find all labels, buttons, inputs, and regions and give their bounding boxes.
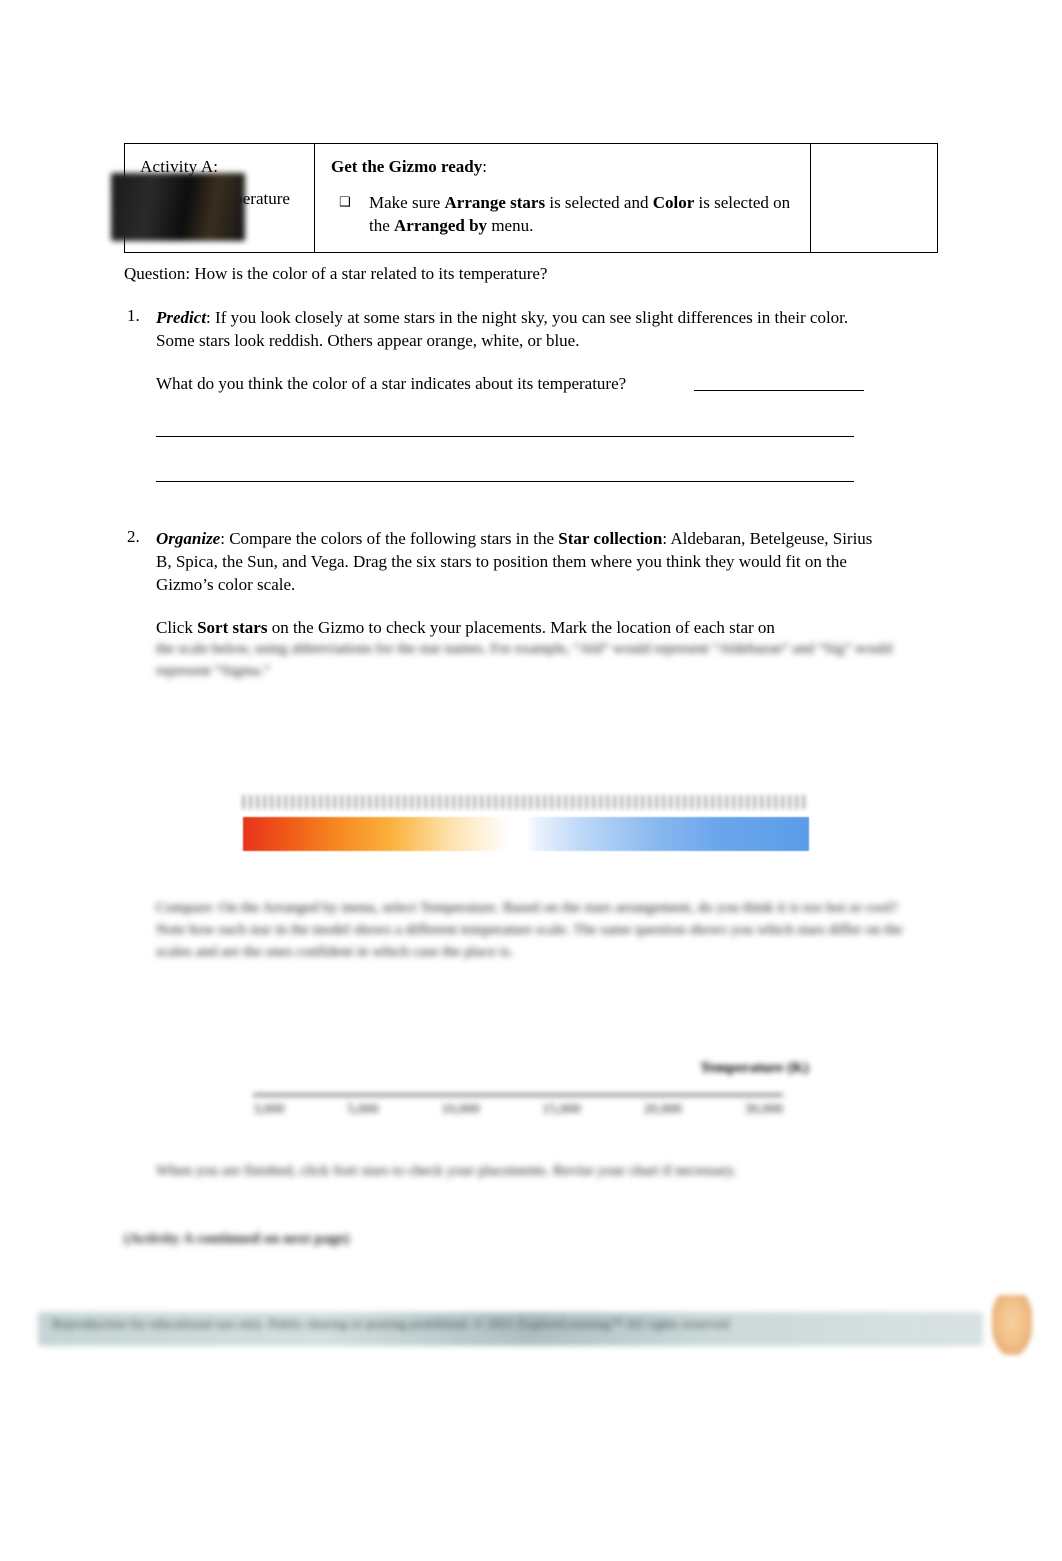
temperature-axis-line bbox=[253, 1094, 783, 1096]
bullet-bold-arranged-by: Arranged by bbox=[394, 216, 488, 235]
item-1-text: Predict: If you look closely at some sta… bbox=[156, 306, 856, 352]
item-2-label-suffix: : bbox=[220, 529, 225, 548]
redacted-activity-continued: (Activity A continued on next page) bbox=[124, 1231, 350, 1247]
color-scale-graphic bbox=[243, 795, 809, 851]
temp-tick-2: 10,000 bbox=[441, 1102, 480, 1117]
bullet-bold-color: Color bbox=[652, 193, 695, 212]
answer-rule-1 bbox=[694, 390, 864, 391]
temp-tick-1: 5,000 bbox=[347, 1102, 379, 1117]
item-2-bold-star-collection: Star collection bbox=[558, 529, 663, 548]
item-1-followup: What do you think the color of a star in… bbox=[156, 374, 627, 393]
item-1-body: If you look closely at some stars in the… bbox=[156, 308, 849, 350]
temperature-axis-ticks: 3,000 5,000 10,000 15,000 20,000 30,000 bbox=[253, 1102, 783, 1118]
bullet-tail: menu. bbox=[491, 216, 534, 235]
color-scale-gap bbox=[515, 817, 525, 851]
gizmo-ready-heading: Get the Gizmo ready: bbox=[331, 157, 487, 177]
header-cell-empty bbox=[811, 144, 937, 252]
header-cell-activity: Activity A: Color and temperature bbox=[111, 144, 315, 252]
item-1-label: Predict bbox=[156, 308, 207, 327]
temp-tick-3: 15,000 bbox=[542, 1102, 581, 1117]
gizmo-ready-label: Get the Gizmo ready bbox=[331, 157, 483, 176]
question-line: Question: How is the color of a star rel… bbox=[124, 264, 548, 283]
answer-rule-3 bbox=[156, 481, 854, 482]
checkbox-icon: ❑ bbox=[339, 195, 351, 210]
item-2-bold-sort-stars: Sort stars bbox=[197, 618, 268, 637]
answer-rule-2 bbox=[156, 436, 854, 437]
bullet-mid1: is selected and bbox=[549, 193, 649, 212]
gizmo-ready-bullet: ❑ Make sure Arrange stars is selected an… bbox=[339, 191, 799, 237]
item-2-text: Organize: Compare the colors of the foll… bbox=[156, 527, 878, 596]
item-2-body-part1: Compare the colors of the following star… bbox=[229, 529, 555, 548]
redaction-overlay-header bbox=[111, 173, 245, 241]
gizmo-ready-colon: : bbox=[482, 157, 487, 176]
redacted-closing-line: When you are finished, click Sort stars … bbox=[156, 1163, 737, 1179]
temp-tick-0: 3,000 bbox=[253, 1102, 285, 1117]
color-scale-gradient-bar bbox=[243, 817, 809, 851]
footer-badge-icon bbox=[992, 1295, 1032, 1355]
bullet-lead: Make sure bbox=[369, 193, 441, 212]
item-2-followup: Click Sort stars on the Gizmo to check y… bbox=[156, 616, 876, 639]
item-1-label-suffix: : bbox=[206, 308, 211, 327]
gizmo-ready-bullet-text: Make sure Arrange stars is selected and … bbox=[369, 191, 799, 237]
item-1-number: 1. bbox=[127, 306, 140, 325]
footer-text: Reproduction for educational use only. P… bbox=[52, 1316, 729, 1331]
activity-header-table: Activity A: Color and temperature Get th… bbox=[111, 143, 938, 253]
item-2-label: Organize bbox=[156, 529, 221, 548]
temp-tick-5: 30,000 bbox=[744, 1102, 783, 1117]
color-scale-tickmarks bbox=[243, 795, 809, 809]
item-2-number: 2. bbox=[127, 527, 140, 546]
redacted-paragraph-after-item-2: the scale below, using abbreviations for… bbox=[156, 641, 893, 679]
temperature-axis: 3,000 5,000 10,000 15,000 20,000 30,000 bbox=[253, 1092, 783, 1120]
temp-tick-4: 20,000 bbox=[643, 1102, 682, 1117]
document-page: Activity A: Color and temperature Get th… bbox=[0, 0, 1062, 1561]
item-2-followup-part2: on the Gizmo to check your placements. M… bbox=[271, 618, 775, 637]
bullet-bold-arrange-stars: Arrange stars bbox=[444, 193, 546, 212]
redacted-item-3: Compare: On the Arranged by menu, select… bbox=[156, 900, 903, 960]
item-2-followup-part1: Click bbox=[156, 618, 193, 637]
header-cell-gizmo-ready: Get the Gizmo ready: ❑ Make sure Arrange… bbox=[315, 144, 811, 252]
temperature-axis-label: Temperature (K) bbox=[700, 1060, 809, 1076]
